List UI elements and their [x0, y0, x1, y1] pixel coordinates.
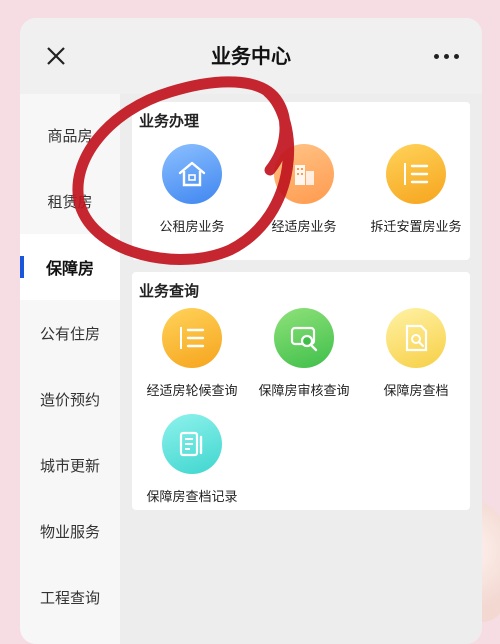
sidebar-item-property-service[interactable]: 物业服务	[20, 498, 120, 564]
document-edit-icon	[162, 414, 222, 474]
document-search-icon	[386, 308, 446, 368]
numbered-list-icon	[162, 308, 222, 368]
tile-label: 经适房业务	[271, 220, 337, 235]
sidebar-item-public-housing[interactable]: 公有住房	[20, 300, 120, 366]
tile-label: 保障房审核查询	[258, 384, 350, 399]
tile-label: 保障房查档	[383, 384, 449, 399]
sidebar-item-affordable-housing[interactable]: 保障房	[20, 234, 120, 300]
section-business-query: 业务查询 经适房轮候查询 保障房审核查询 保障房查档 保障房查档记录	[132, 272, 470, 510]
tile-label: 经适房轮候查询	[146, 384, 238, 399]
section-title: 业务办理	[139, 112, 200, 130]
sidebar-item-commercial[interactable]: 商品房	[20, 102, 120, 168]
sidebar-item-rental[interactable]: 租赁房	[20, 168, 120, 234]
top-bar: 业务中心	[20, 18, 482, 94]
tile-label: 拆迁安置房业务	[370, 220, 462, 235]
search-card-icon	[274, 308, 334, 368]
tile-label: 保障房查档记录	[146, 490, 238, 505]
app-window: 业务中心 商品房 租赁房 保障房 公有住房 造价预约 城市更新 物业服务 工程查…	[20, 18, 482, 644]
tile-affordable-housing-review-query[interactable]: 保障房审核查询	[248, 308, 360, 408]
section-title: 业务查询	[139, 282, 200, 300]
tile-affordable-housing-archive[interactable]: 保障房查档	[360, 308, 472, 408]
tile-relocation-housing-business[interactable]: 拆迁安置房业务	[360, 144, 472, 244]
sidebar-item-cost-appointment[interactable]: 造价预约	[20, 366, 120, 432]
tile-public-rental-business[interactable]: 公租房业务	[136, 144, 248, 244]
building-icon	[274, 144, 334, 204]
more-horizontal-icon	[434, 54, 439, 59]
tile-economic-housing-queue-query[interactable]: 经适房轮候查询	[136, 308, 248, 408]
tile-affordable-housing-archive-records[interactable]: 保障房查档记录	[136, 414, 248, 514]
category-sidebar: 商品房 租赁房 保障房 公有住房 造价预约 城市更新 物业服务 工程查询	[20, 94, 120, 644]
sidebar-item-project-query[interactable]: 工程查询	[20, 564, 120, 630]
tile-label: 公租房业务	[159, 220, 225, 235]
sidebar-item-urban-renewal[interactable]: 城市更新	[20, 432, 120, 498]
page-title: 业务中心	[211, 44, 291, 68]
house-icon	[162, 144, 222, 204]
tile-economic-housing-business[interactable]: 经适房业务	[248, 144, 360, 244]
more-button[interactable]	[432, 44, 462, 68]
numbered-list-icon	[386, 144, 446, 204]
section-business-handling: 业务办理 公租房业务 经适房业务 拆迁安置房业务	[132, 102, 470, 260]
